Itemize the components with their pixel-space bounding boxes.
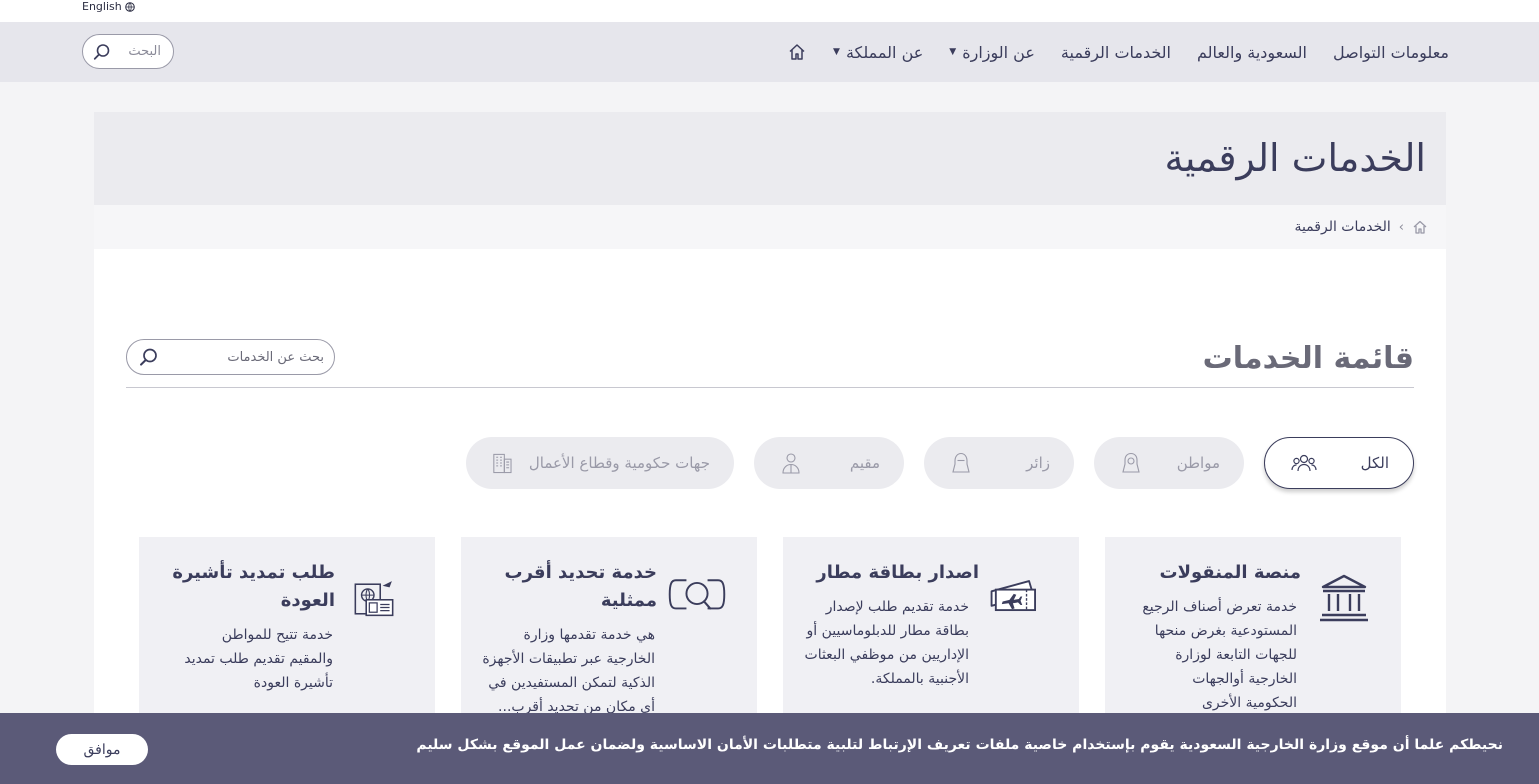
cookie-message: نحيطكم علما أن موقع وزارة الخارجية السعو…: [416, 737, 1503, 753]
search-icon[interactable]: [93, 43, 111, 61]
audience-filters: الكل مواطن زائر مقيم جهات حكومية وقطاع ا…: [466, 437, 1414, 489]
nav-item-label: السعودية والعالم: [1197, 42, 1307, 62]
group-icon: [1291, 454, 1317, 472]
visitor-icon: [952, 452, 970, 473]
caret-down-icon: ▼: [949, 47, 957, 57]
site-search-placeholder: البحث: [128, 44, 161, 59]
service-card-description: خدمة تتيح للمواطن والمقيم تقديم طلب تمدي…: [184, 627, 333, 691]
chevron-left-icon: ‹: [1398, 219, 1404, 235]
service-card-title: خدمة تحديد أقرب ممثلية: [504, 562, 658, 611]
divider: [126, 387, 1414, 388]
service-card-title: اصدار بطاقة مطار: [816, 562, 979, 583]
filter-visitor[interactable]: زائر: [924, 437, 1074, 489]
filter-label: الكل: [1360, 454, 1389, 472]
resident-icon: [782, 453, 800, 474]
cookie-banner: نحيطكم علما أن موقع وزارة الخارجية السعو…: [0, 713, 1539, 784]
breadcrumb-current: الخدمات الرقمية: [1294, 219, 1391, 235]
nav-item-label: الخدمات الرقمية: [1060, 42, 1171, 62]
filter-resident[interactable]: مقيم: [754, 437, 904, 489]
service-card-nearest-mission[interactable]: خدمة تحديد أقرب ممثلية هي خدمة تقدمها وز…: [461, 537, 757, 727]
service-card-title: طلب تمديد تأشيرة العودة: [172, 562, 335, 611]
main-navigation: البحث عن المملكة ▼ عن الوزارة ▼ الخدمات …: [0, 22, 1539, 82]
filter-government-business[interactable]: جهات حكومية وقطاع الأعمال: [466, 437, 734, 489]
filter-label: مواطن: [1176, 454, 1220, 472]
filter-label: مقيم: [849, 454, 880, 472]
locate-icon: [668, 579, 726, 610]
services-search-placeholder: بحث عن الخدمات: [227, 349, 324, 365]
nav-item-about-ministry[interactable]: عن الوزارة ▼: [949, 43, 1035, 62]
services-search-input[interactable]: بحث عن الخدمات: [126, 339, 335, 375]
service-card-movables-platform[interactable]: منصة المنقولات خدمة تعرض أصناف الرجيع ال…: [1105, 537, 1401, 727]
language-switch-link[interactable]: English: [82, 0, 135, 13]
building-icon: [493, 453, 512, 474]
filter-all[interactable]: الكل: [1264, 437, 1414, 489]
nav-item-digital-services[interactable]: الخدمات الرقمية: [1061, 43, 1171, 62]
institution-icon: [1320, 574, 1368, 622]
service-card-description: هي خدمة تقدمها وزارة الخارجية عبر تطبيقا…: [482, 627, 655, 715]
home-icon[interactable]: [787, 42, 807, 62]
service-card-reentry-visa-extension[interactable]: طلب تمديد تأشيرة العودة خدمة تتيح للمواط…: [139, 537, 435, 727]
service-card-description: خدمة تقديم طلب لإصدار بطاقة مطار للدبلوم…: [804, 599, 969, 687]
nav-list: عن المملكة ▼ عن الوزارة ▼ الخدمات الرقمي…: [787, 22, 1449, 82]
service-card-description: خدمة تعرض أصناف الرجيع المستودعية بغرض م…: [1142, 599, 1297, 711]
breadcrumb: ‹ الخدمات الرقمية: [94, 205, 1446, 249]
nav-item-contact-info[interactable]: معلومات التواصل: [1333, 43, 1449, 62]
cookie-accept-button[interactable]: موافق: [56, 734, 148, 765]
language-bar: English: [0, 0, 1539, 22]
service-card-airport-card[interactable]: اصدار بطاقة مطار خدمة تقديم طلب لإصدار ب…: [783, 537, 1079, 727]
filter-citizen[interactable]: مواطن: [1094, 437, 1244, 489]
nav-item-label: عن المملكة: [845, 42, 924, 62]
nav-item-saudi-and-world[interactable]: السعودية والعالم: [1197, 43, 1307, 62]
airport-ticket-icon: [990, 580, 1036, 612]
nav-item-about-kingdom[interactable]: عن المملكة ▼: [833, 43, 923, 62]
nav-item-label: معلومات التواصل: [1332, 42, 1449, 62]
language-label[interactable]: English: [82, 0, 122, 13]
passport-icon: [354, 581, 394, 617]
search-icon[interactable]: [139, 347, 159, 367]
page-header: الخدمات الرقمية: [94, 112, 1446, 205]
nav-item-label: عن الوزارة: [962, 42, 1035, 62]
filter-label: زائر: [1026, 454, 1050, 472]
services-list-title: قائمة الخدمات: [1202, 341, 1414, 376]
filter-label: جهات حكومية وقطاع الأعمال: [528, 454, 710, 472]
service-card-title: منصة المنقولات: [1159, 562, 1302, 583]
caret-down-icon: ▼: [833, 47, 840, 57]
citizen-icon: [1122, 452, 1140, 473]
home-icon[interactable]: [1412, 219, 1428, 235]
service-cards: منصة المنقولات خدمة تعرض أصناف الرجيع ال…: [139, 537, 1401, 727]
globe-icon: [124, 1, 135, 12]
site-search-input[interactable]: البحث: [82, 34, 174, 69]
page-title: الخدمات الرقمية: [1164, 136, 1426, 180]
